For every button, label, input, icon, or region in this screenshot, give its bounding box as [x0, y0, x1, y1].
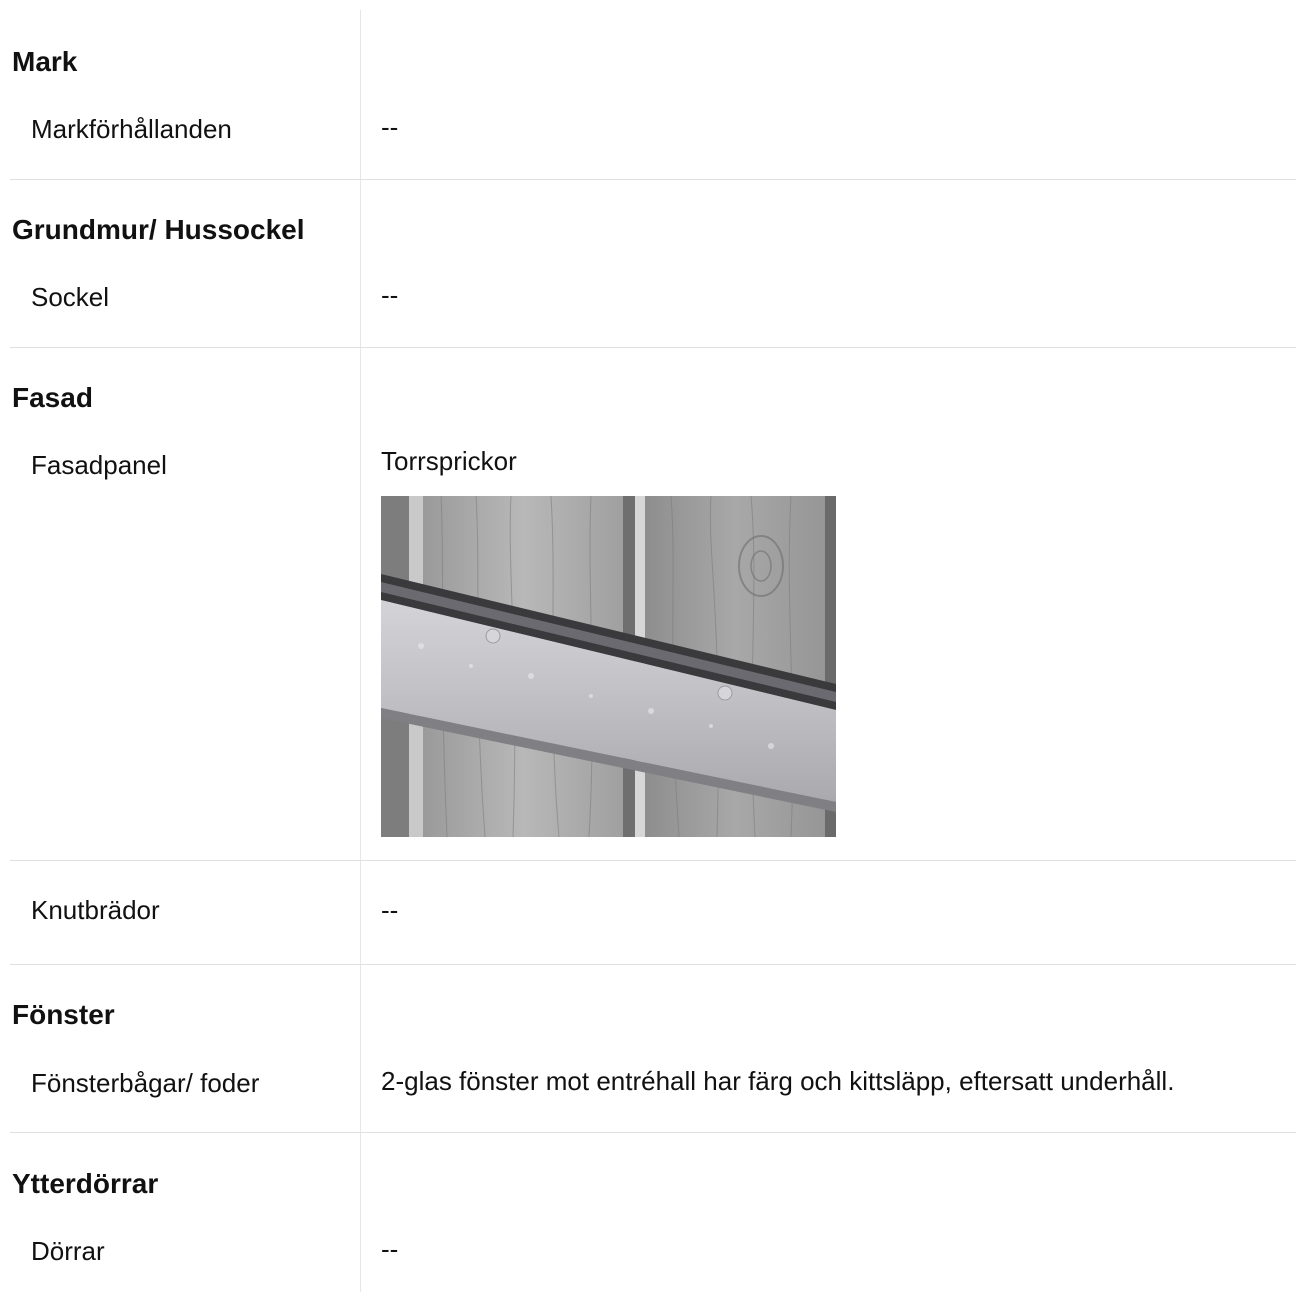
item-label-knutbrador: Knutbrädor: [31, 895, 160, 925]
section-heading-fonster: Fönster: [12, 999, 115, 1030]
item-value-dorrar: --: [381, 1234, 399, 1264]
inspection-report-sheet: Mark Markförhållanden -- Grundmur/ Husso…: [0, 0, 1296, 1292]
item-label-fasadpanel: Fasadpanel: [31, 450, 167, 480]
item-value-knutbrador: --: [381, 895, 399, 925]
item-value-markforhallanden: --: [381, 112, 399, 142]
weathered-wood-panel-photo: [381, 496, 836, 837]
column-divider: [360, 10, 361, 1292]
section-heading-grundmur: Grundmur/ Hussockel: [12, 214, 305, 245]
item-label-sockel: Sockel: [31, 282, 110, 312]
row-divider: [10, 347, 1296, 348]
item-label-fonsterbagar: Fönsterbågar/ foder: [31, 1068, 260, 1098]
section-heading-mark: Mark: [12, 46, 78, 77]
section-heading-ytterdorrar: Ytterdörrar: [12, 1168, 159, 1199]
row-divider: [10, 1132, 1296, 1133]
item-value-sockel: --: [381, 280, 399, 310]
row-divider: [10, 179, 1296, 180]
item-value-fonsterbagar: 2-glas fönster mot entréhall har färg oc…: [381, 1066, 1175, 1096]
item-value-fasadpanel: Torrsprickor: [381, 446, 517, 476]
section-heading-fasad: Fasad: [12, 382, 93, 413]
row-divider: [10, 964, 1296, 965]
row-divider: [10, 860, 1296, 861]
item-label-markforhallanden: Markförhållanden: [31, 114, 232, 144]
item-label-dorrar: Dörrar: [31, 1236, 105, 1266]
